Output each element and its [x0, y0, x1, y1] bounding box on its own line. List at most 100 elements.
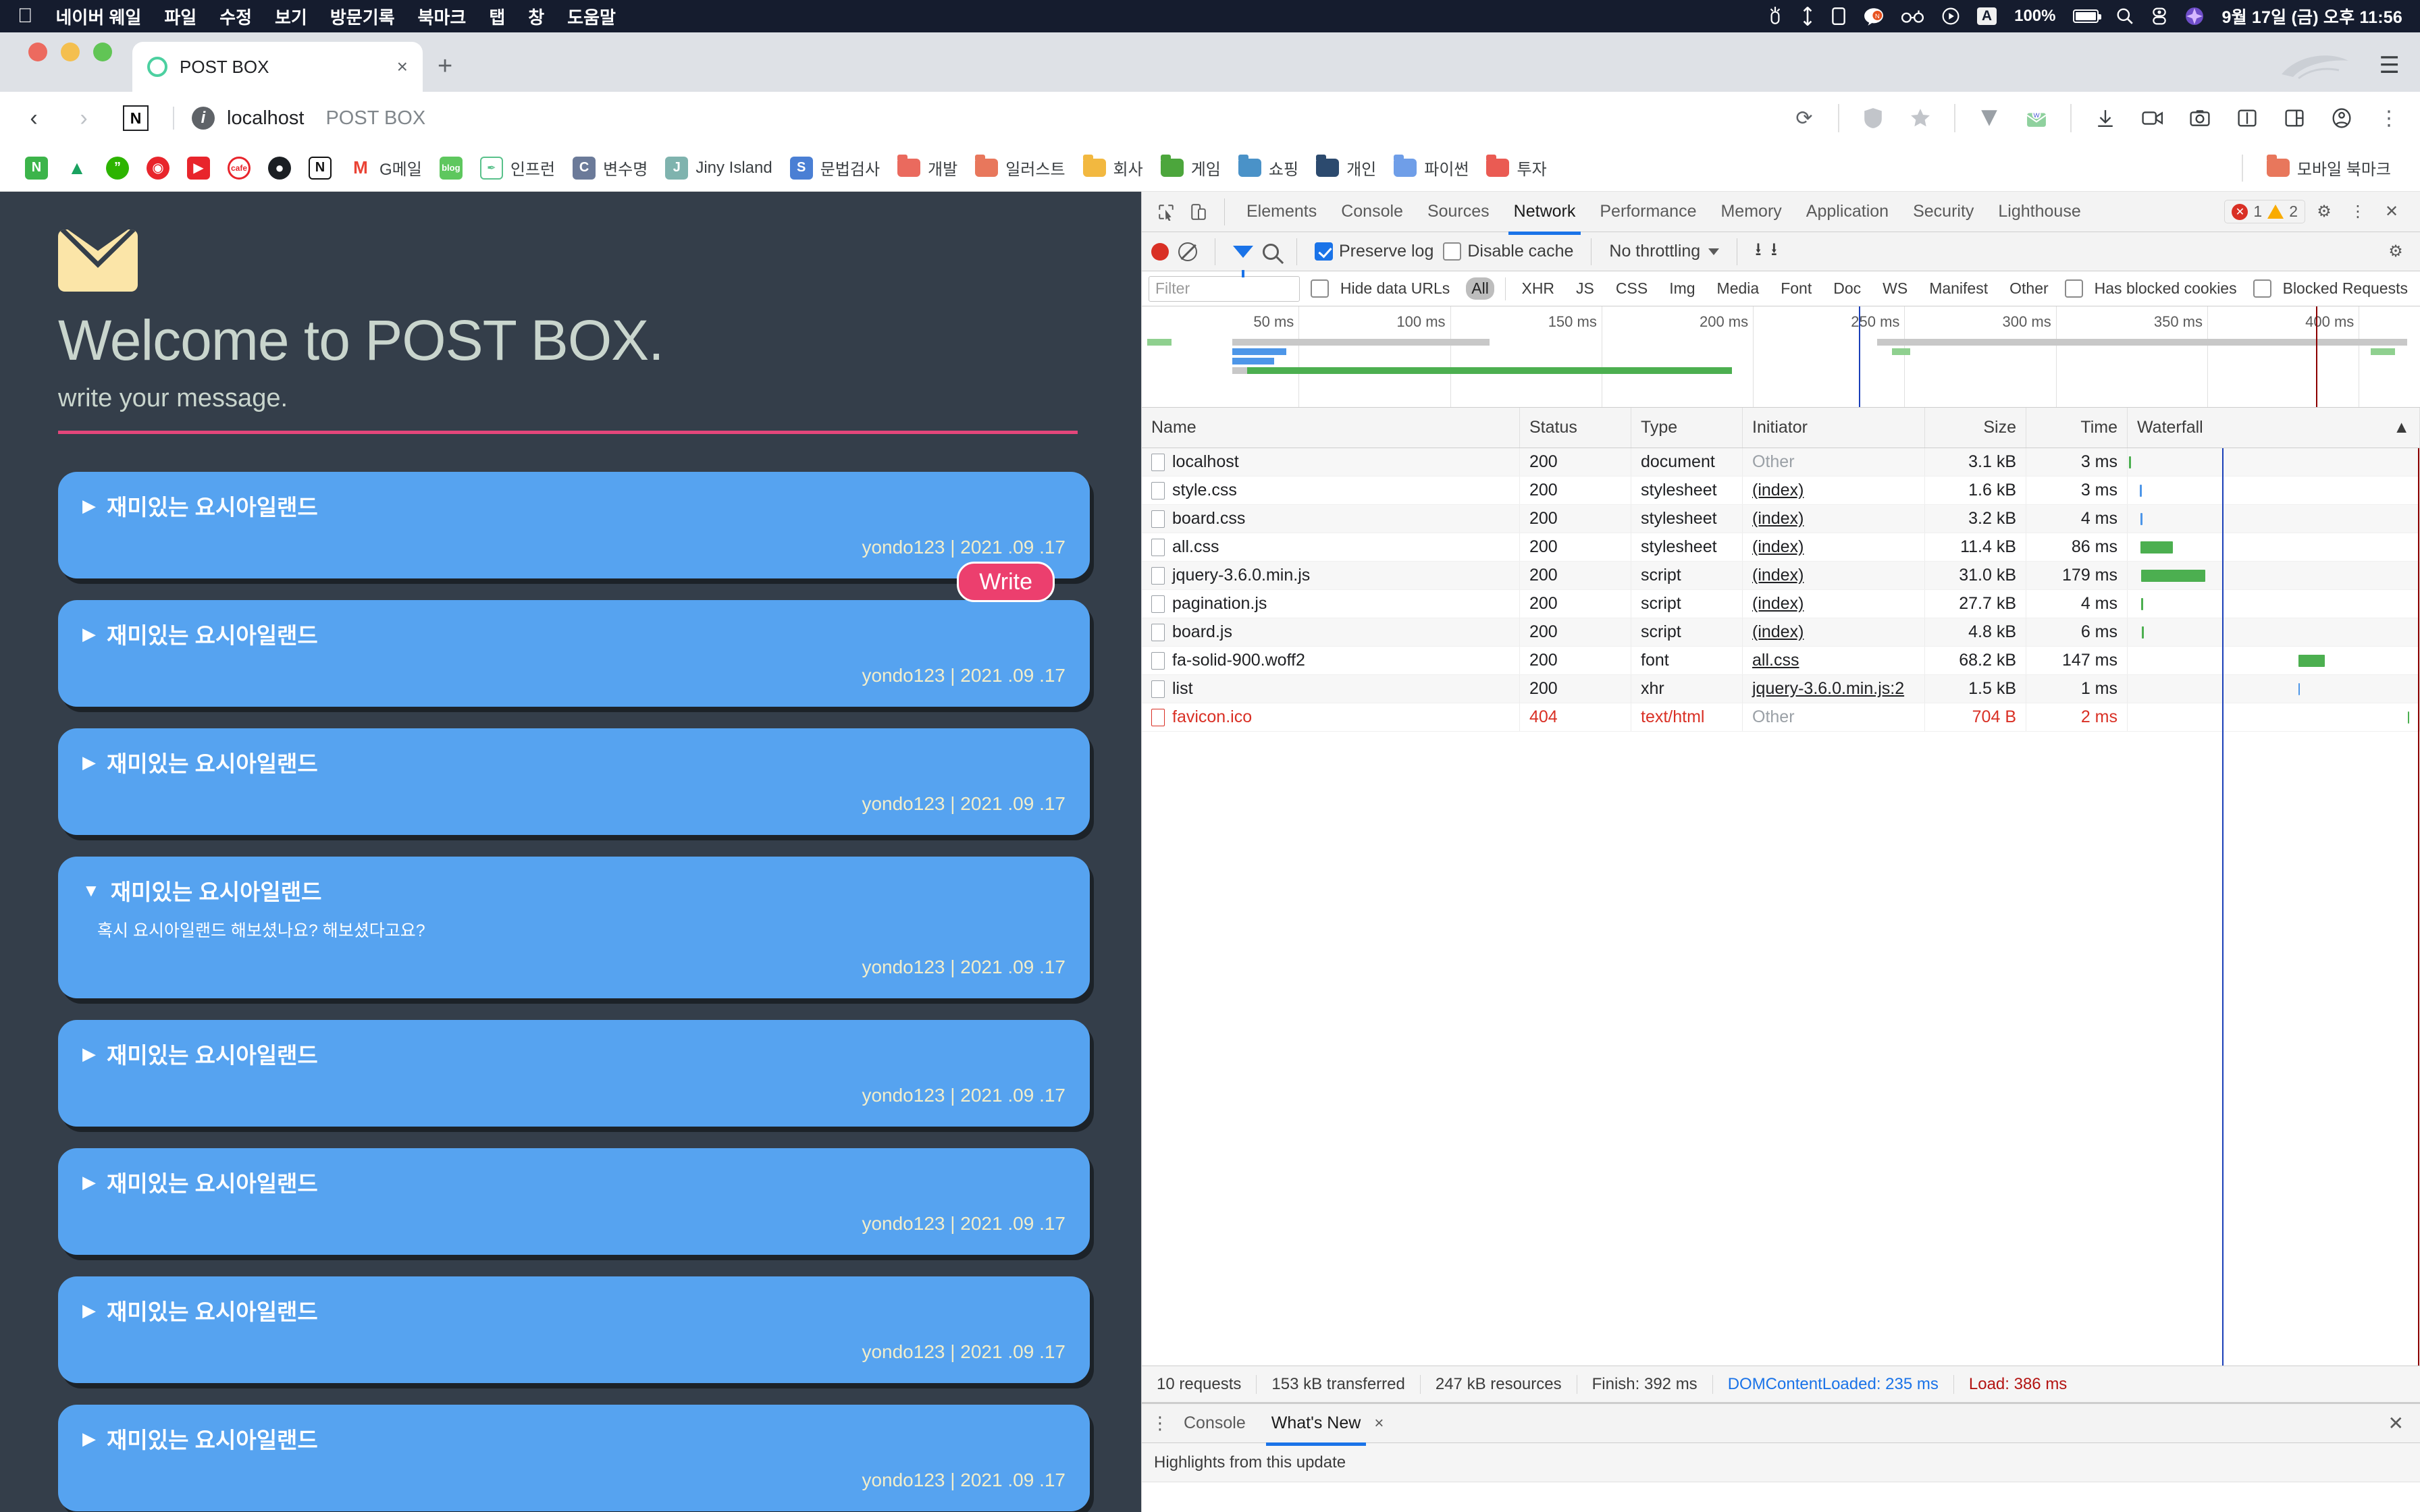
- apple-logo-icon[interactable]: : [18, 6, 33, 26]
- clear-icon[interactable]: [1178, 242, 1197, 261]
- minimize-window-button[interactable]: [61, 43, 80, 61]
- chevron-down-icon[interactable]: ▼: [82, 882, 100, 899]
- post-item[interactable]: ▶ 재미있는 요시아일랜드 yondo123 | 2021 .09 .17: [58, 728, 1090, 835]
- siri-icon[interactable]: [2185, 7, 2204, 26]
- download-icon[interactable]: [2092, 105, 2119, 132]
- menubar-item-window[interactable]: 창: [528, 4, 544, 29]
- bookmark-folder[interactable]: 쇼핑: [1231, 152, 1306, 184]
- network-settings-gear-icon[interactable]: ⚙: [2381, 237, 2411, 267]
- devtools-menu-icon[interactable]: ⋮: [2343, 197, 2373, 227]
- bookmark-item[interactable]: C 변수명: [565, 152, 655, 184]
- address-bar[interactable]: i localhost POST BOX: [173, 107, 1773, 130]
- menubar-item-tab[interactable]: 탭: [489, 4, 505, 29]
- close-drawer-icon[interactable]: ✕: [2388, 1412, 2411, 1434]
- post-header[interactable]: ▶ 재미있는 요시아일랜드: [82, 1422, 1066, 1455]
- tab-sources[interactable]: Sources: [1417, 194, 1500, 230]
- filter-type-css[interactable]: CSS: [1610, 277, 1653, 300]
- filter-type-js[interactable]: JS: [1571, 277, 1600, 300]
- bookmark-item[interactable]: ▶: [180, 153, 217, 184]
- filter-type-manifest[interactable]: Manifest: [1924, 277, 1993, 300]
- filter-input[interactable]: Filter: [1149, 275, 1300, 302]
- spotlight-search-icon[interactable]: [2116, 7, 2134, 25]
- post-header[interactable]: ▶ 재미있는 요시아일랜드: [82, 1166, 1066, 1198]
- bookmark-folder[interactable]: 회사: [1076, 152, 1151, 184]
- close-tab-icon[interactable]: ×: [397, 56, 408, 78]
- whale-mail-icon[interactable]: W: [2023, 105, 2050, 132]
- post-item[interactable]: ▶ 재미있는 요시아일랜드 yondo123 | 2021 .09 .17: [58, 1405, 1090, 1511]
- initiator-link[interactable]: all.css: [1752, 651, 1799, 670]
- bookmark-item[interactable]: N: [301, 153, 339, 184]
- naver-notification-icon[interactable]: N: [1864, 7, 1884, 26]
- tab-memory[interactable]: Memory: [1710, 194, 1792, 230]
- table-row[interactable]: jquery-3.6.0.min.js 200 script (index) 31.0 …: [1142, 562, 2420, 590]
- menubar-clock[interactable]: 9월 17일 (금) 오후 11:56: [2221, 4, 2402, 28]
- filter-funnel-icon[interactable]: [1233, 245, 1253, 277]
- chevron-right-icon[interactable]: ▶: [82, 497, 96, 514]
- tab-console[interactable]: Console: [1330, 194, 1414, 230]
- chevron-right-icon[interactable]: ▶: [82, 1173, 96, 1191]
- tab-security[interactable]: Security: [1902, 194, 1984, 230]
- hide-data-urls-checkbox[interactable]: Hide data URLs: [1310, 277, 1455, 300]
- sidebar-icon[interactable]: [2234, 105, 2261, 132]
- drawer-menu-icon[interactable]: ⋮: [1151, 1414, 1169, 1432]
- initiator-link[interactable]: jquery-3.6.0.min.js:2: [1752, 679, 1904, 699]
- table-row[interactable]: style.css 200 stylesheet (index) 1.6 kB 3 ms: [1142, 477, 2420, 505]
- column-header-waterfall[interactable]: Waterfall ▲: [2128, 408, 2420, 448]
- post-header[interactable]: ▶ 재미있는 요시아일랜드: [82, 746, 1066, 778]
- split-view-icon[interactable]: [2281, 105, 2308, 132]
- maximize-window-button[interactable]: [93, 43, 112, 61]
- post-item[interactable]: ▶ 재미있는 요시아일랜드 yondo123 | 2021 .09 .17: [58, 1020, 1090, 1127]
- filter-type-font[interactable]: Font: [1775, 277, 1817, 300]
- column-header-type[interactable]: Type: [1631, 408, 1743, 448]
- filter-type-media[interactable]: Media: [1712, 277, 1765, 300]
- initiator-link[interactable]: (index): [1752, 481, 1804, 500]
- network-overview-timeline[interactable]: 50 ms 100 ms 150 ms 200 ms 250 ms 300 ms 350 m…: [1142, 306, 2420, 408]
- drawer-tab-console[interactable]: Console: [1174, 1405, 1255, 1441]
- filter-type-doc[interactable]: Doc: [1828, 277, 1866, 300]
- checkbox-icon[interactable]: [1315, 242, 1333, 261]
- bookmark-item[interactable]: ●: [261, 153, 298, 184]
- camera-icon[interactable]: [2186, 105, 2213, 132]
- filter-type-img[interactable]: Img: [1664, 277, 1700, 300]
- menubar-item-help[interactable]: 도움말: [567, 4, 616, 29]
- preserve-log-checkbox[interactable]: Preserve log: [1315, 242, 1433, 261]
- throttling-select[interactable]: No throttling: [1609, 242, 1720, 261]
- tab-elements[interactable]: Elements: [1236, 194, 1327, 230]
- bookmark-item[interactable]: ◉: [139, 153, 177, 184]
- close-window-button[interactable]: [28, 43, 47, 61]
- post-header[interactable]: ▼ 재미있는 요시아일랜드: [82, 874, 1066, 907]
- column-header-size[interactable]: Size: [1925, 408, 2026, 448]
- column-header-time[interactable]: Time: [2026, 408, 2128, 448]
- post-item[interactable]: ▶ 재미있는 요시아일랜드 yondo123 | 2021 .09 .17: [58, 472, 1090, 578]
- bookmark-folder[interactable]: 일러스트: [968, 152, 1072, 184]
- initiator-link[interactable]: (index): [1752, 537, 1804, 557]
- disable-cache-checkbox[interactable]: Disable cache: [1443, 242, 1573, 261]
- forward-button[interactable]: ›: [68, 105, 100, 132]
- bookmark-item[interactable]: blog: [432, 153, 470, 184]
- new-tab-button[interactable]: +: [438, 52, 452, 81]
- filter-type-xhr[interactable]: XHR: [1516, 277, 1560, 300]
- record-icon[interactable]: [1151, 242, 1169, 261]
- column-header-initiator[interactable]: Initiator: [1743, 408, 1925, 448]
- chevron-right-icon[interactable]: ▶: [82, 753, 96, 771]
- tab-network[interactable]: Network: [1503, 194, 1587, 235]
- checkbox-icon[interactable]: [1443, 242, 1462, 261]
- whale-space-icon[interactable]: N: [123, 105, 149, 131]
- bookmark-folder[interactable]: 개발: [890, 152, 965, 184]
- table-row[interactable]: board.js 200 script (index) 4.8 kB 6 ms: [1142, 618, 2420, 647]
- chevron-right-icon[interactable]: ▶: [82, 1045, 96, 1062]
- table-row[interactable]: list 200 xhr jquery-3.6.0.min.js:2 1.5 kB 1 m…: [1142, 675, 2420, 703]
- chevron-right-icon[interactable]: ▶: [82, 1301, 96, 1319]
- bookmark-folder[interactable]: 개인: [1309, 152, 1384, 184]
- updown-arrow-icon[interactable]: [1801, 7, 1814, 26]
- menubar-item-history[interactable]: 방문기록: [330, 4, 395, 29]
- chrome-menu-icon[interactable]: ⋮: [2375, 105, 2402, 132]
- bookmark-item[interactable]: ”: [99, 153, 136, 184]
- inspect-element-icon[interactable]: [1151, 197, 1181, 227]
- bookmark-folder-mobile[interactable]: 모바일 북마크: [2259, 152, 2398, 184]
- bookmark-item[interactable]: ▲: [58, 153, 96, 184]
- battery-icon[interactable]: [2073, 9, 2102, 23]
- blocked-requests-checkbox[interactable]: Blocked Requests: [2253, 277, 2413, 300]
- tab-performance[interactable]: Performance: [1589, 194, 1707, 230]
- initiator-link[interactable]: (index): [1752, 594, 1804, 614]
